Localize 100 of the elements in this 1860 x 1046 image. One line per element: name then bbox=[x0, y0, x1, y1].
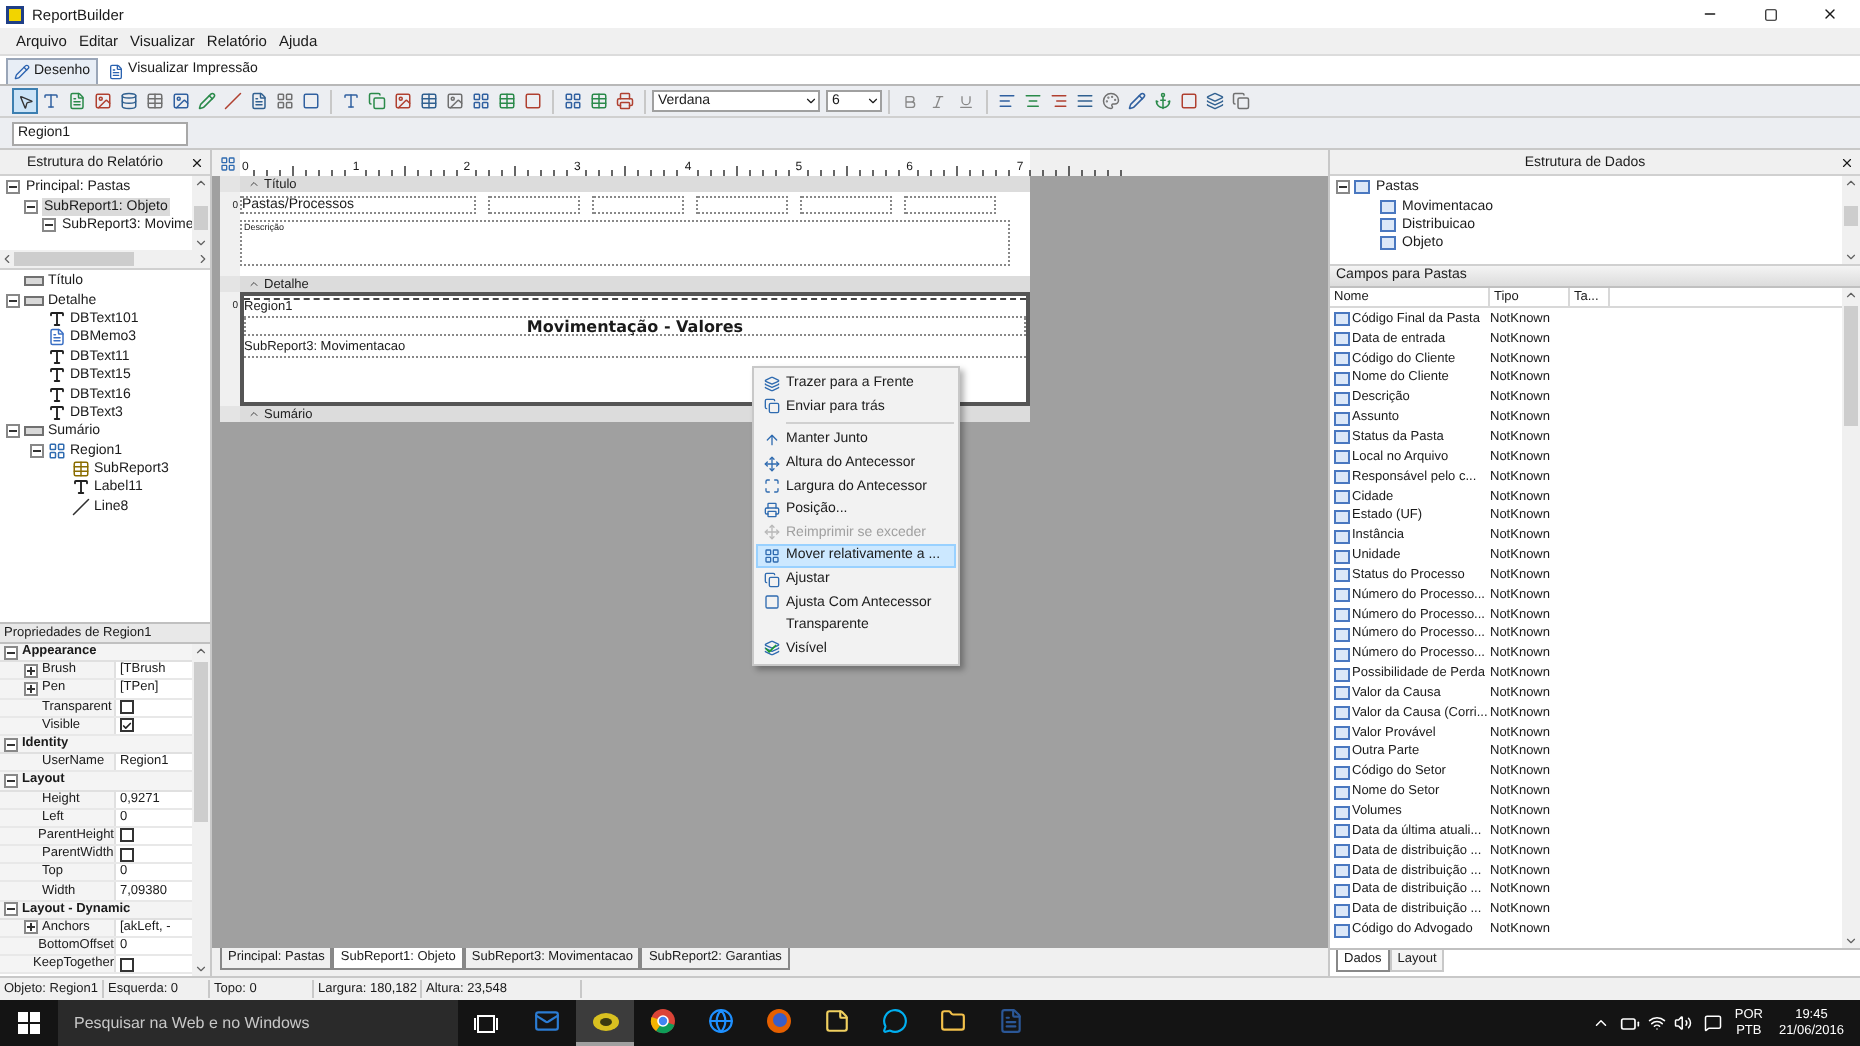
pencil-icon[interactable] bbox=[198, 92, 216, 110]
close-icon[interactable] bbox=[190, 155, 204, 169]
collapse-icon[interactable] bbox=[1336, 180, 1350, 195]
scroll-right-icon[interactable] bbox=[196, 252, 210, 266]
text-icon bbox=[48, 403, 66, 422]
document-icon[interactable] bbox=[998, 1008, 1024, 1034]
text-icon[interactable] bbox=[42, 92, 60, 110]
checkbox[interactable] bbox=[120, 847, 134, 862]
horizontal-scrollbar[interactable] bbox=[0, 250, 210, 268]
checkbox[interactable] bbox=[120, 700, 134, 715]
expand-icon[interactable] bbox=[24, 663, 38, 678]
scroll-up-icon[interactable] bbox=[194, 644, 208, 658]
wifi-icon[interactable] bbox=[1648, 1014, 1667, 1032]
image-icon[interactable] bbox=[94, 92, 112, 110]
collapse-icon[interactable] bbox=[6, 180, 20, 195]
scroll-thumb[interactable] bbox=[14, 252, 134, 266]
collapse-icon[interactable] bbox=[4, 773, 18, 788]
scroll-up-icon[interactable] bbox=[1844, 176, 1858, 190]
app-logo-icon bbox=[6, 5, 24, 23]
document-icon[interactable] bbox=[250, 92, 268, 110]
app-icon[interactable] bbox=[591, 1009, 619, 1033]
expand-icon[interactable] bbox=[24, 920, 38, 935]
notification-icon[interactable] bbox=[1704, 1014, 1723, 1032]
report-field bbox=[696, 196, 788, 214]
collapse-icon[interactable] bbox=[6, 293, 20, 308]
anchor-icon[interactable] bbox=[1154, 92, 1172, 110]
scroll-down-icon[interactable] bbox=[194, 962, 208, 976]
layers-icon[interactable] bbox=[1206, 92, 1224, 110]
checkbox[interactable] bbox=[120, 828, 134, 843]
mail-icon[interactable] bbox=[534, 1008, 560, 1034]
document-icon[interactable] bbox=[68, 92, 86, 110]
palette-icon[interactable] bbox=[1102, 92, 1120, 110]
checkbox[interactable] bbox=[120, 718, 134, 733]
collapse-icon[interactable] bbox=[30, 443, 44, 458]
browser-icon[interactable] bbox=[650, 1008, 676, 1034]
chevron-up-icon[interactable] bbox=[1592, 1014, 1611, 1032]
vertical-scrollbar[interactable] bbox=[1842, 176, 1860, 264]
collapse-icon[interactable] bbox=[4, 737, 18, 752]
scroll-up-icon[interactable] bbox=[1844, 288, 1858, 302]
grid-icon[interactable] bbox=[564, 92, 582, 110]
align-right-icon[interactable] bbox=[1050, 92, 1068, 110]
expand-icon[interactable] bbox=[24, 681, 38, 696]
italic-icon[interactable] bbox=[930, 93, 946, 109]
align-justify-icon[interactable] bbox=[1076, 92, 1094, 110]
align-left-icon[interactable] bbox=[998, 92, 1016, 110]
volume-icon[interactable] bbox=[1674, 1014, 1693, 1032]
image-icon[interactable] bbox=[172, 92, 190, 110]
text-icon bbox=[48, 366, 66, 385]
grid-icon[interactable] bbox=[472, 92, 490, 110]
scroll-left-icon[interactable] bbox=[0, 252, 14, 266]
checkbox[interactable] bbox=[120, 957, 134, 972]
taskbar-app[interactable] bbox=[576, 1000, 634, 1046]
scroll-down-icon[interactable] bbox=[1844, 250, 1858, 264]
square-icon[interactable] bbox=[1180, 92, 1198, 110]
scroll-down-icon[interactable] bbox=[1844, 934, 1858, 948]
collapse-icon[interactable] bbox=[4, 645, 18, 660]
ruler-ticks-drawing bbox=[804, 166, 905, 176]
printer-icon[interactable] bbox=[616, 92, 634, 110]
scroll-thumb[interactable] bbox=[1844, 306, 1858, 426]
table-icon[interactable] bbox=[590, 92, 608, 110]
close-icon[interactable] bbox=[1840, 155, 1854, 169]
square-icon[interactable] bbox=[302, 92, 320, 110]
scroll-thumb[interactable] bbox=[1844, 206, 1858, 226]
copy-icon[interactable] bbox=[1232, 92, 1250, 110]
search-field[interactable]: Pesquisar na Web e no Windows bbox=[58, 1000, 458, 1046]
battery-icon[interactable] bbox=[1620, 1013, 1641, 1033]
vertical-scrollbar[interactable] bbox=[1842, 288, 1860, 948]
image-icon[interactable] bbox=[446, 92, 464, 110]
report-field bbox=[904, 196, 996, 214]
scroll-up-icon[interactable] bbox=[194, 176, 208, 190]
pointer-tool-button[interactable] bbox=[12, 88, 38, 114]
copy-icon[interactable] bbox=[368, 92, 386, 110]
scroll-thumb[interactable] bbox=[194, 206, 208, 230]
line-icon[interactable] bbox=[224, 92, 242, 110]
underline-icon[interactable] bbox=[958, 93, 974, 109]
scroll-thumb[interactable] bbox=[194, 662, 208, 822]
grid-icon[interactable] bbox=[276, 92, 294, 110]
pencil-icon[interactable] bbox=[1128, 92, 1146, 110]
database-icon[interactable] bbox=[120, 92, 138, 110]
collapse-icon[interactable] bbox=[6, 424, 20, 439]
chat-icon[interactable] bbox=[882, 1008, 908, 1034]
vertical-scrollbar[interactable] bbox=[192, 644, 210, 976]
collapse-icon[interactable] bbox=[42, 218, 56, 233]
collapse-icon[interactable] bbox=[4, 902, 18, 917]
image-icon[interactable] bbox=[394, 92, 412, 110]
folder-icon[interactable] bbox=[940, 1008, 966, 1034]
text-icon[interactable] bbox=[342, 92, 360, 110]
table-icon[interactable] bbox=[146, 92, 164, 110]
table-icon[interactable] bbox=[498, 92, 516, 110]
vertical-scrollbar[interactable] bbox=[192, 176, 210, 250]
notes-icon[interactable] bbox=[824, 1008, 850, 1034]
scroll-down-icon[interactable] bbox=[194, 236, 208, 250]
ruler-toggle-icon[interactable] bbox=[220, 156, 236, 172]
task-view-icon[interactable] bbox=[474, 1013, 498, 1033]
square-icon[interactable] bbox=[524, 92, 542, 110]
table-icon[interactable] bbox=[420, 92, 438, 110]
align-center-icon[interactable] bbox=[1024, 92, 1042, 110]
bold-icon[interactable] bbox=[902, 93, 918, 109]
collapse-icon[interactable] bbox=[24, 199, 38, 214]
windows-logo-icon[interactable] bbox=[18, 1012, 40, 1034]
